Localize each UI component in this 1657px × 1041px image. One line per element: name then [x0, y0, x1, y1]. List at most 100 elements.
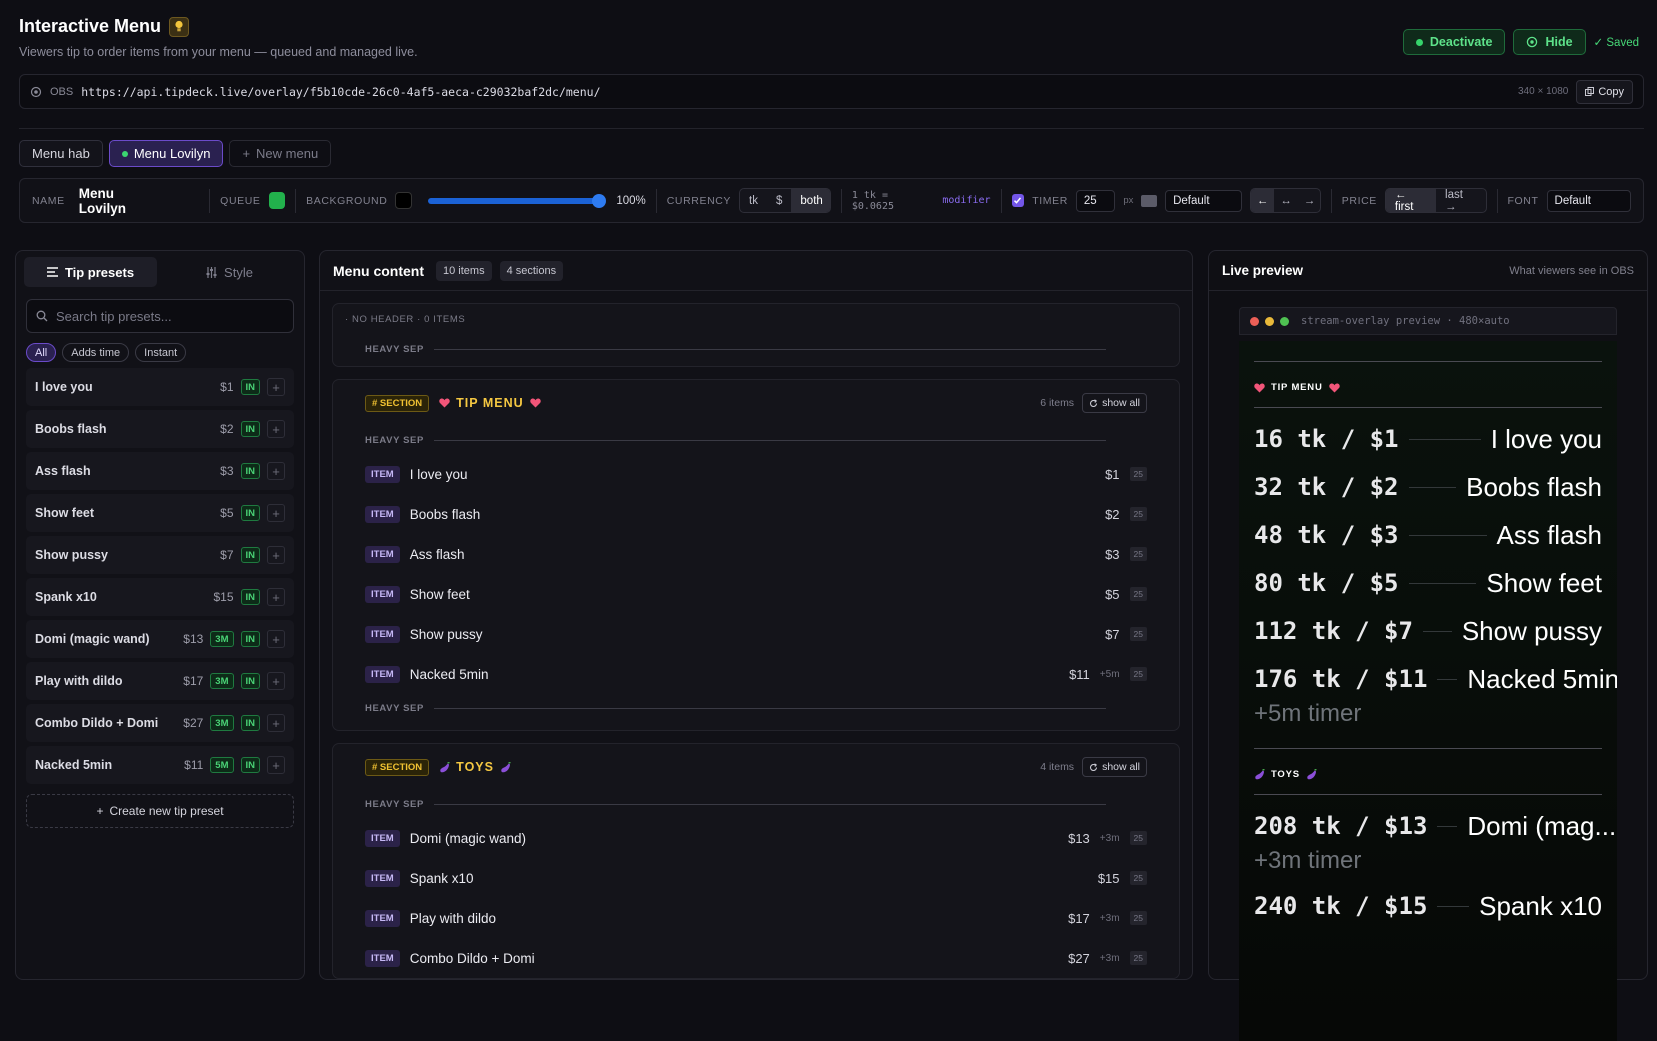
heavy-separator[interactable]: HEAVY SEP — [333, 790, 1179, 818]
item-tag: ITEM — [365, 949, 400, 967]
add-preset-button[interactable]: + — [267, 588, 285, 606]
overlay-price: 32 tk / $2 — [1254, 473, 1399, 501]
currency-option-dollar[interactable]: $ — [767, 189, 791, 212]
hide-button[interactable]: Hide — [1513, 29, 1586, 55]
add-preset-button[interactable]: + — [267, 630, 285, 648]
preset-row[interactable]: Play with dildo $17 3M IN + — [26, 662, 294, 700]
menu-section[interactable]: # SECTION TIP MENU 6 items show all HEAVY SE… — [332, 379, 1180, 731]
preset-name: Show pussy — [35, 548, 108, 562]
menu-item-row[interactable]: ITEM Combo Dildo + Domi $27 +3m 25 — [333, 938, 1179, 978]
section-tag: # SECTION — [365, 394, 430, 412]
item-price: $13 — [1068, 830, 1090, 846]
price-last-option[interactable]: last → — [1436, 189, 1486, 212]
overlay-leader-line — [1437, 825, 1458, 827]
item-name: Show feet — [409, 586, 470, 602]
slider-knob[interactable] — [592, 193, 607, 208]
item-tag: ITEM — [365, 505, 400, 523]
preset-row[interactable]: Spank x10 $15 IN + — [26, 578, 294, 616]
add-preset-button[interactable]: + — [267, 504, 285, 522]
filter-adds-time[interactable]: Adds time — [62, 343, 130, 362]
menu-item-row[interactable]: ITEM Spank x10 $15 25 — [333, 858, 1179, 898]
tab-style[interactable]: Style — [163, 257, 296, 287]
preset-row[interactable]: Domi (magic wand) $13 3M IN + — [26, 620, 294, 658]
menu-content-title: Menu content — [333, 262, 424, 279]
divider — [1000, 188, 1002, 213]
align-right-option[interactable]: → — [1298, 189, 1320, 212]
heavy-separator[interactable]: HEAVY SEP — [333, 344, 1179, 355]
add-preset-button[interactable]: + — [267, 546, 285, 564]
preset-badge: IN — [240, 757, 260, 773]
add-preset-button[interactable]: + — [267, 756, 285, 774]
show-all-button[interactable]: show all — [1082, 393, 1147, 413]
deactivate-button[interactable]: Deactivate — [1402, 29, 1506, 55]
currency-option-tk[interactable]: tk — [740, 189, 767, 212]
preset-row[interactable]: I love you $1 IN + — [26, 368, 294, 406]
copy-url-button[interactable]: Copy — [1576, 79, 1633, 104]
no-header-section[interactable]: · NO HEADER · 0 ITEMS HEAVY SEP — [332, 303, 1180, 367]
preset-row[interactable]: Boobs flash $2 IN + — [26, 410, 294, 448]
price-first-option[interactable]: ← first — [1385, 189, 1437, 212]
menu-item-row[interactable]: ITEM Boobs flash $2 25 — [333, 494, 1179, 534]
menu-section[interactable]: # SECTION TOYS 4 items show all HEAVY SEP ITE… — [332, 743, 1180, 979]
preset-name: Domi (magic wand) — [35, 632, 150, 646]
timer-size-input[interactable]: 25 — [1075, 189, 1116, 212]
add-preset-button[interactable]: + — [267, 462, 285, 480]
timer-checkbox[interactable] — [1011, 194, 1025, 207]
add-preset-button[interactable]: + — [267, 672, 285, 690]
add-preset-button[interactable]: + — [267, 420, 285, 438]
currency-option-both[interactable]: both — [791, 189, 830, 212]
tab-tip-presets[interactable]: Tip presets — [24, 257, 157, 287]
menu-item-row[interactable]: ITEM Domi (magic wand) $13 +3m 25 — [333, 818, 1179, 858]
menu-item-row[interactable]: ITEM Play with dildo $17 +3m 25 — [333, 898, 1179, 938]
timer-color-swatch[interactable] — [1141, 194, 1158, 207]
filter-all[interactable]: All — [26, 343, 57, 362]
preview-window-bar: stream-overlay preview · 480×auto — [1239, 307, 1617, 335]
menu-item-row[interactable]: ITEM Nacked 5min $11 +5m 25 — [333, 654, 1179, 694]
show-all-button[interactable]: show all — [1082, 757, 1147, 777]
item-size: 25 — [1129, 547, 1147, 561]
add-preset-button[interactable]: + — [267, 378, 285, 396]
heavy-separator[interactable]: HEAVY SEP — [333, 426, 1179, 454]
section-name[interactable]: TOYS — [439, 760, 511, 774]
menu-item-row[interactable]: ITEM Show feet $5 25 — [333, 574, 1179, 614]
search-input[interactable]: Search tip presets... — [26, 299, 294, 333]
filter-instant[interactable]: Instant — [135, 343, 187, 362]
align-left-option[interactable]: ← — [1250, 189, 1275, 212]
overlay-row: 176 tk / $11 Nacked 5min — [1254, 662, 1617, 696]
align-center-option[interactable]: ↔ — [1274, 189, 1298, 212]
preset-row[interactable]: Show feet $5 IN + — [26, 494, 294, 532]
obs-url[interactable]: https://api.tipdeck.live/overlay/f5b10cd… — [81, 85, 600, 99]
eggplant-icon — [1255, 769, 1265, 780]
preset-row[interactable]: Nacked 5min $11 5M IN + — [26, 746, 294, 784]
divider — [295, 188, 297, 213]
background-color-swatch[interactable] — [395, 192, 413, 209]
window-caption: stream-overlay preview · 480×auto — [1301, 315, 1510, 327]
preset-row[interactable]: Ass flash $3 IN + — [26, 452, 294, 490]
timer-font-select[interactable]: Default — [1165, 189, 1242, 212]
menu-name-input[interactable]: Menu Lovilyn — [79, 186, 163, 216]
menu-item-row[interactable]: ITEM Ass flash $3 25 — [333, 534, 1179, 574]
queue-color-swatch[interactable] — [268, 192, 286, 209]
eggplant-icon — [501, 761, 511, 772]
new-menu-button[interactable]: + New menu — [229, 140, 332, 167]
tab-label: New menu — [256, 146, 319, 161]
modifier-link[interactable]: modifier — [942, 195, 990, 206]
overlay-section-name: TOYS — [1271, 769, 1300, 780]
live-preview-title: Live preview — [1222, 263, 1304, 278]
preset-name: Show feet — [35, 506, 95, 520]
preset-row[interactable]: Show pussy $7 IN + — [26, 536, 294, 574]
menu-item-row[interactable]: ITEM Show pussy $7 25 — [333, 614, 1179, 654]
add-preset-button[interactable]: + — [267, 714, 285, 732]
tab-menu-hab[interactable]: Menu hab — [19, 140, 103, 167]
menu-item-row[interactable]: ITEM I love you $1 25 — [333, 454, 1179, 494]
overlay-separator — [1254, 361, 1602, 362]
preset-row[interactable]: Combo Dildo + Domi $27 3M IN + — [26, 704, 294, 742]
create-preset-button[interactable]: + Create new tip preset — [26, 794, 294, 828]
font-label: FONT — [1507, 194, 1539, 207]
filter-chips: All Adds time Instant — [26, 343, 294, 362]
heavy-separator[interactable]: HEAVY SEP — [333, 694, 1179, 722]
tab-menu-lovilyn[interactable]: Menu Lovilyn — [108, 140, 224, 167]
section-name[interactable]: TIP MENU — [439, 396, 541, 410]
font-select[interactable]: Default — [1546, 189, 1632, 212]
opacity-slider[interactable] — [428, 193, 607, 208]
